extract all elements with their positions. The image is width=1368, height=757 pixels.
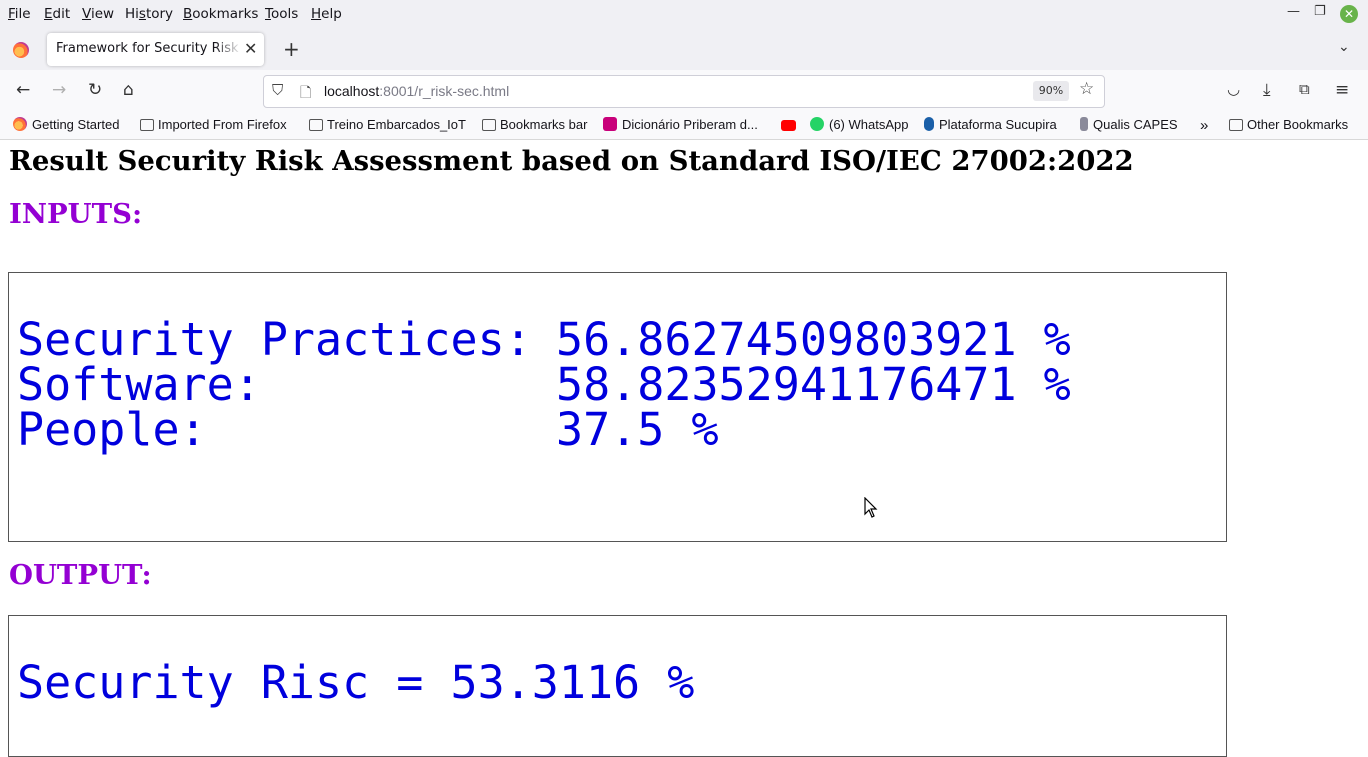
- forward-icon[interactable]: →: [52, 80, 66, 100]
- menu-tools[interactable]: Tools: [265, 6, 298, 22]
- page-content: Result Security Risk Assessment based on…: [0, 140, 1368, 757]
- url-host: localhost: [324, 83, 380, 99]
- bookmark-label: Plataforma Sucupira: [939, 117, 1057, 132]
- close-window-icon[interactable]: ✕: [1340, 5, 1358, 23]
- whatsapp-icon: [810, 117, 824, 131]
- bookmark-label: Bookmarks bar: [500, 117, 588, 132]
- bookmark-label: Getting Started: [32, 117, 120, 132]
- bookmark-label: (6) WhatsApp: [829, 117, 909, 132]
- menu-edit[interactable]: Edit: [44, 6, 70, 22]
- bookmark-imported-from-firefox[interactable]: Imported From Firefox: [140, 117, 287, 132]
- downloads-icon[interactable]: ⤓: [1263, 80, 1271, 100]
- menu-view[interactable]: View: [82, 6, 114, 22]
- new-tab-icon[interactable]: +: [283, 37, 300, 61]
- pocket-icon[interactable]: ◡: [1227, 80, 1240, 98]
- output-box: Security Risc = 53.3116 %: [8, 615, 1227, 757]
- url-bar[interactable]: ⛉ 🗋 localhost:8001/r_risk-sec.html 90% ☆: [263, 75, 1105, 108]
- sucupira-icon: [924, 117, 934, 131]
- back-icon[interactable]: ←: [16, 80, 30, 100]
- folder-icon: [309, 119, 323, 131]
- inputs-box: Security Practices: 56.86274509803921 % …: [8, 272, 1227, 542]
- bookmarks-toolbar: Getting Started Imported From Firefox Tr…: [0, 112, 1368, 140]
- bookmark-other-bookmarks[interactable]: Other Bookmarks: [1229, 117, 1348, 132]
- tab-strip: Framework for Security Risk Assessment ✕…: [0, 29, 1368, 70]
- bookmark-label: Imported From Firefox: [158, 117, 287, 132]
- people-value: 37.5 %: [556, 403, 719, 456]
- home-icon[interactable]: ⌂: [123, 80, 134, 100]
- bookmark-getting-started[interactable]: Getting Started: [13, 117, 119, 132]
- bookmark-priberam[interactable]: Dicionário Priberam d...: [603, 117, 758, 132]
- practices-label: Security Practices:: [17, 313, 532, 366]
- firefox-icon: [13, 42, 29, 58]
- url-path: :8001/r_risk-sec.html: [379, 83, 510, 99]
- mouse-cursor-icon: [864, 497, 878, 518]
- minimize-icon[interactable]: —: [1287, 4, 1300, 19]
- tab-active[interactable]: Framework for Security Risk Assessment ✕: [47, 33, 264, 66]
- bookmark-plataforma-sucupira[interactable]: Plataforma Sucupira: [924, 117, 1057, 132]
- bookmark-star-icon[interactable]: ☆: [1079, 79, 1094, 99]
- software-value: 58.82352941176471 %: [556, 358, 1071, 411]
- bookmark-label: Treino Embarcados_IoT: [327, 117, 466, 132]
- security-risk-result: Security Risc = 53.3116 %: [17, 656, 695, 709]
- menu-icon[interactable]: ≡: [1335, 80, 1349, 100]
- output-heading: OUTPUT:: [9, 559, 152, 591]
- inputs-heading: INPUTS:: [9, 198, 143, 230]
- bookmark-label: Dicionário Priberam d...: [622, 117, 758, 132]
- page-icon[interactable]: 🗋: [300, 82, 311, 106]
- menu-help[interactable]: Help: [311, 6, 342, 22]
- capes-icon: [1080, 117, 1088, 131]
- youtube-icon: [781, 120, 796, 131]
- practices-value: 56.86274509803921 %: [556, 313, 1071, 366]
- priberam-icon: [603, 117, 617, 131]
- folder-icon: [140, 119, 154, 131]
- folder-icon: [482, 119, 496, 131]
- shield-icon[interactable]: ⛉: [272, 81, 283, 99]
- software-label: Software:: [17, 358, 261, 411]
- restore-icon[interactable]: ❐: [1314, 4, 1326, 19]
- bookmark-bookmarks-bar[interactable]: Bookmarks bar: [482, 117, 587, 132]
- reload-icon[interactable]: ↻: [88, 80, 102, 100]
- folder-icon: [1229, 119, 1243, 131]
- chevron-right-icon[interactable]: »: [1200, 117, 1208, 134]
- url-text[interactable]: localhost:8001/r_risk-sec.html: [324, 83, 509, 99]
- menu-history[interactable]: History: [125, 6, 173, 22]
- bookmark-whatsapp[interactable]: (6) WhatsApp: [810, 117, 908, 132]
- zoom-badge[interactable]: 90%: [1033, 81, 1069, 101]
- tab-close-icon[interactable]: ✕: [244, 39, 257, 58]
- list-tabs-icon[interactable]: ⌄: [1338, 39, 1350, 55]
- menu-file[interactable]: File: [8, 6, 31, 22]
- navigation-bar: ← → ↻ ⌂ ⛉ 🗋 localhost:8001/r_risk-sec.ht…: [0, 70, 1368, 112]
- tab-title: Framework for Security Risk Assessment: [56, 41, 242, 56]
- bookmark-youtube[interactable]: [781, 117, 801, 132]
- people-label: People:: [17, 403, 207, 456]
- menubar: File Edit View History Bookmarks Tools H…: [0, 0, 1368, 29]
- bookmark-label: Qualis CAPES: [1093, 117, 1178, 132]
- firefox-icon: [13, 117, 27, 131]
- bookmark-label: Other Bookmarks: [1247, 117, 1349, 132]
- bookmark-treino-embarcados[interactable]: Treino Embarcados_IoT: [309, 117, 466, 132]
- menu-bookmarks[interactable]: Bookmarks: [183, 6, 258, 22]
- page-title: Result Security Risk Assessment based on…: [9, 145, 1134, 177]
- extensions-icon[interactable]: ⧉: [1299, 80, 1310, 98]
- bookmark-qualis-capes[interactable]: Qualis CAPES: [1080, 117, 1178, 132]
